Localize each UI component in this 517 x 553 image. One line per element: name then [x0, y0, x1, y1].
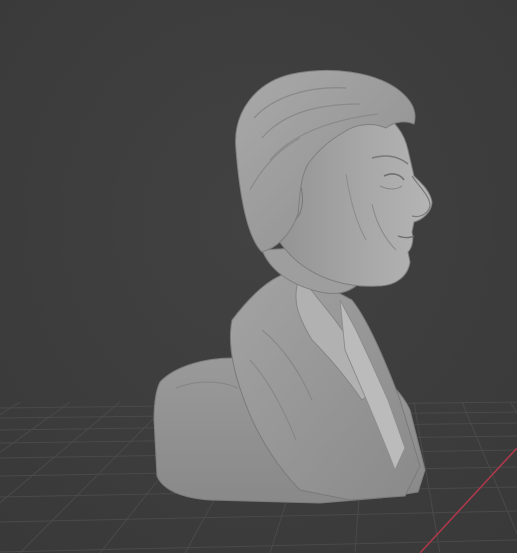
viewport-canvas[interactable]	[0, 0, 517, 553]
3d-viewport[interactable]	[0, 0, 517, 553]
